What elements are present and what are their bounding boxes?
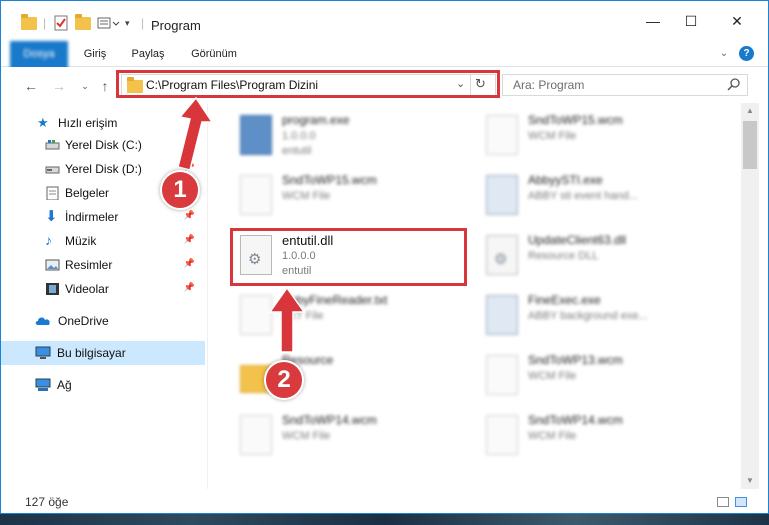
desktop-background (0, 514, 769, 525)
arrow-2-icon (268, 286, 306, 353)
arrow-1-icon (177, 96, 214, 171)
annotation-arrows (177, 96, 306, 353)
step-1-badge: 1 (160, 170, 200, 210)
step-2-badge: 2 (264, 360, 304, 400)
